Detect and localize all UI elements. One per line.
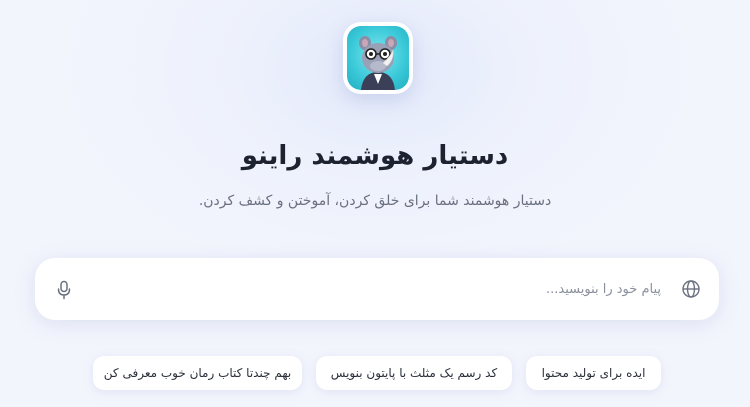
suggestion-chip[interactable]: بهم چندتا کتاب رمان خوب معرفی کن [93, 356, 302, 390]
suggestion-chip[interactable]: کد رسم یک مثلث با پایتون بنویس [316, 356, 512, 390]
app-logo [343, 22, 413, 94]
suggestion-chip[interactable]: ایده برای تولید محتوا [526, 356, 661, 390]
rhino-mascot-icon [347, 26, 409, 90]
microphone-icon[interactable] [56, 280, 72, 300]
message-input[interactable] [95, 277, 661, 301]
page-subtitle: دستیار هوشمند شما برای خلق کردن، آموختن … [198, 193, 552, 209]
message-composer [35, 258, 719, 320]
page-title: دستیار هوشمند راینو [241, 141, 509, 171]
globe-icon[interactable] [681, 279, 701, 299]
